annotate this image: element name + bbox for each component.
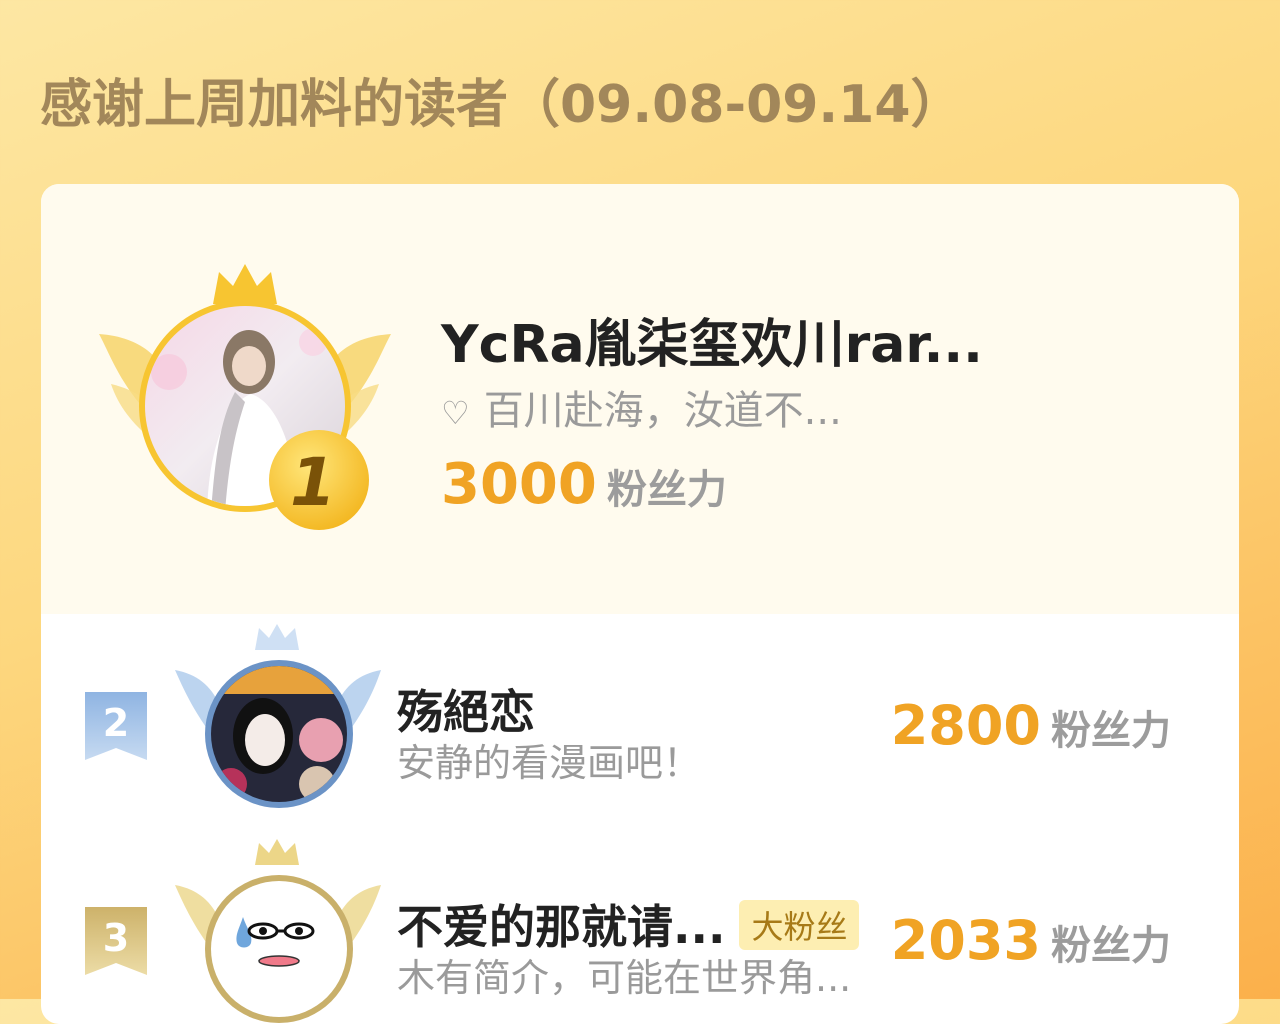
rank-2-flag: 2 bbox=[85, 692, 147, 760]
list-item[interactable]: 2 殇絕恋 安静的看漫画吧！ 2800 粉丝力 bbox=[41, 624, 1239, 824]
rank-2-number: 2 bbox=[103, 701, 129, 745]
rank-3-score: 2033 粉丝力 bbox=[891, 909, 1171, 972]
rank-2-score-unit: 粉丝力 bbox=[1051, 708, 1171, 754]
top-reader-section: 1 YcRa胤柒玺欢川rar... ♡ 百川赴海，汝道不... 3000 粉丝力 bbox=[41, 184, 1239, 614]
rank-1-name[interactable]: YcRa胤柒玺欢川rar... bbox=[441, 302, 983, 377]
rank-1-signature-text: 百川赴海，汝道不... bbox=[483, 388, 842, 434]
rank-3-avatar[interactable] bbox=[171, 839, 381, 1024]
heart-icon: ♡ bbox=[441, 394, 470, 432]
ranking-card: 1 YcRa胤柒玺欢川rar... ♡ 百川赴海，汝道不... 3000 粉丝力 2 bbox=[41, 184, 1239, 1024]
rank-1-signature: ♡ 百川赴海，汝道不... bbox=[441, 378, 842, 436]
rank-2-signature: 安静的看漫画吧！ bbox=[397, 741, 702, 785]
list-item[interactable]: 3 不爱的那就请... 大粉丝 木有简介，可能在世界角... 2033 粉丝力 bbox=[41, 839, 1239, 1024]
rank-2-score-value: 2800 bbox=[890, 694, 1041, 757]
rank-1-score-unit: 粉丝力 bbox=[606, 467, 727, 513]
rank-1-avatar[interactable]: 1 bbox=[99, 262, 399, 532]
rank-1-score: 3000 粉丝力 bbox=[441, 452, 727, 517]
page-title: 感谢上周加料的读者（09.08-09.14） bbox=[40, 75, 963, 135]
fan-level-badge: 大粉丝 bbox=[739, 899, 860, 950]
rank-1-score-value: 3000 bbox=[441, 452, 597, 517]
rank-3-signature: 木有简介，可能在世界角... bbox=[397, 956, 852, 1000]
rank-2-score: 2800 粉丝力 bbox=[891, 694, 1171, 757]
rank-2-avatar[interactable] bbox=[171, 624, 381, 814]
rank-1-number: 1 bbox=[290, 444, 336, 521]
rank-3-number: 3 bbox=[103, 916, 129, 960]
rank-3-name-text: 不爱的那就请... bbox=[397, 900, 726, 954]
rank-3-score-unit: 粉丝力 bbox=[1051, 923, 1171, 969]
rank-3-score-value: 2033 bbox=[890, 909, 1041, 972]
rank-3-flag: 3 bbox=[85, 907, 147, 975]
